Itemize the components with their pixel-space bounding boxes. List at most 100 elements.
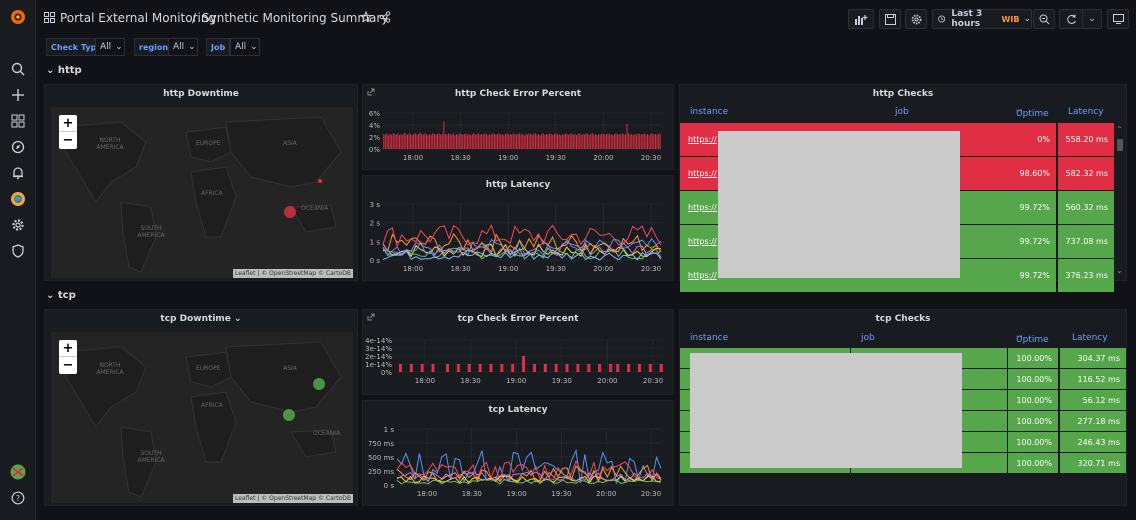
map-zoom-out-button[interactable]: − <box>59 132 77 149</box>
bar[interactable] <box>539 135 541 149</box>
bar[interactable] <box>497 134 499 149</box>
bar[interactable] <box>593 134 595 149</box>
bar[interactable] <box>418 134 420 149</box>
bar[interactable] <box>579 133 581 149</box>
bar[interactable] <box>389 134 391 149</box>
bar[interactable] <box>501 134 503 149</box>
server-admin-shield-icon[interactable] <box>9 242 27 260</box>
bar[interactable] <box>632 135 634 149</box>
bar[interactable] <box>541 134 543 149</box>
table-scrollbar[interactable]: ⌃ ⌄ <box>1116 125 1124 275</box>
variable-select-check-type[interactable]: All ⌄ <box>95 38 125 56</box>
bar[interactable] <box>411 135 413 149</box>
bar[interactable] <box>587 364 591 372</box>
bar[interactable] <box>492 133 494 149</box>
bar[interactable] <box>528 133 530 149</box>
bar[interactable] <box>612 135 614 149</box>
map-zoom-control[interactable]: + − <box>59 340 77 374</box>
bar[interactable] <box>438 133 440 149</box>
bar[interactable] <box>408 133 410 149</box>
bar[interactable] <box>648 135 650 149</box>
bar[interactable] <box>542 133 544 149</box>
map-marker-up[interactable] <box>313 378 325 390</box>
bar[interactable] <box>449 134 451 149</box>
bar[interactable] <box>610 134 612 149</box>
bar[interactable] <box>550 134 552 149</box>
bar[interactable] <box>627 364 631 372</box>
bar[interactable] <box>484 133 486 149</box>
bar[interactable] <box>624 134 626 149</box>
bar[interactable] <box>405 134 407 149</box>
bar[interactable] <box>558 134 560 149</box>
bar[interactable] <box>648 364 652 372</box>
bar[interactable] <box>543 364 547 372</box>
bar[interactable] <box>419 132 421 149</box>
plus-icon[interactable] <box>9 86 27 104</box>
bar[interactable] <box>608 364 612 372</box>
bar[interactable] <box>500 364 504 372</box>
bar[interactable] <box>465 133 467 149</box>
bar[interactable] <box>634 134 636 149</box>
refresh-button[interactable] <box>1059 9 1083 29</box>
bar[interactable] <box>637 133 639 149</box>
bar[interactable] <box>590 134 592 149</box>
panel-title[interactable]: http Downtime <box>45 89 357 99</box>
series-line[interactable] <box>382 224 662 248</box>
bar[interactable] <box>388 135 390 149</box>
bar[interactable] <box>482 134 484 149</box>
bar[interactable] <box>409 364 413 372</box>
bar[interactable] <box>615 133 617 149</box>
bar[interactable] <box>626 123 628 149</box>
bar[interactable] <box>577 134 579 149</box>
bar[interactable] <box>395 134 397 149</box>
bar[interactable] <box>613 134 615 149</box>
bar[interactable] <box>446 134 448 149</box>
bar[interactable] <box>392 133 394 149</box>
bar[interactable] <box>459 133 461 149</box>
bar[interactable] <box>514 134 516 149</box>
column-header-latency[interactable]: Latency <box>1068 107 1104 117</box>
bar[interactable] <box>424 133 426 149</box>
map-attribution[interactable]: Leaflet | © OpenStreetMap © CartoDB <box>233 494 353 503</box>
bar[interactable] <box>422 134 424 149</box>
bar[interactable] <box>489 364 493 372</box>
search-icon[interactable] <box>9 60 27 78</box>
help-icon[interactable]: ? <box>9 489 27 507</box>
bar[interactable] <box>571 133 573 149</box>
bar[interactable] <box>594 134 596 149</box>
bar[interactable] <box>467 134 468 149</box>
panel-title[interactable]: http Checks <box>680 89 1126 99</box>
map-zoom-out-button[interactable]: − <box>59 357 77 374</box>
bar[interactable] <box>636 134 638 149</box>
bar[interactable] <box>435 134 437 149</box>
bar[interactable] <box>637 364 641 372</box>
bar[interactable] <box>651 133 653 149</box>
bar[interactable] <box>456 364 460 372</box>
bar[interactable] <box>432 133 434 149</box>
bar[interactable] <box>601 133 603 149</box>
bar[interactable] <box>398 364 402 372</box>
bar[interactable] <box>403 132 405 149</box>
bar[interactable] <box>617 134 619 149</box>
bar[interactable] <box>481 134 483 149</box>
bar[interactable] <box>532 364 536 372</box>
bar[interactable] <box>587 134 589 149</box>
panel-title[interactable]: http Latency <box>363 180 673 190</box>
bar[interactable] <box>397 133 399 149</box>
tcp-error-chart[interactable]: 4e-14%3e-14%2e-14%1e-14%0% 18:00 18:30 19:0… <box>363 326 675 398</box>
bar[interactable] <box>640 134 642 149</box>
bar[interactable] <box>629 134 631 149</box>
bar[interactable] <box>647 134 649 149</box>
bar[interactable] <box>512 133 514 149</box>
bar[interactable] <box>463 134 465 149</box>
bar[interactable] <box>658 133 660 149</box>
bar[interactable] <box>659 364 663 372</box>
bar[interactable] <box>490 134 492 149</box>
column-header-instance[interactable]: instance <box>690 333 728 343</box>
map-marker-up[interactable] <box>283 409 295 421</box>
bar[interactable] <box>515 134 517 149</box>
map-marker-down[interactable] <box>318 179 322 183</box>
bar[interactable] <box>493 134 495 149</box>
column-header-job[interactable]: job <box>895 107 909 117</box>
bar[interactable] <box>410 134 412 149</box>
